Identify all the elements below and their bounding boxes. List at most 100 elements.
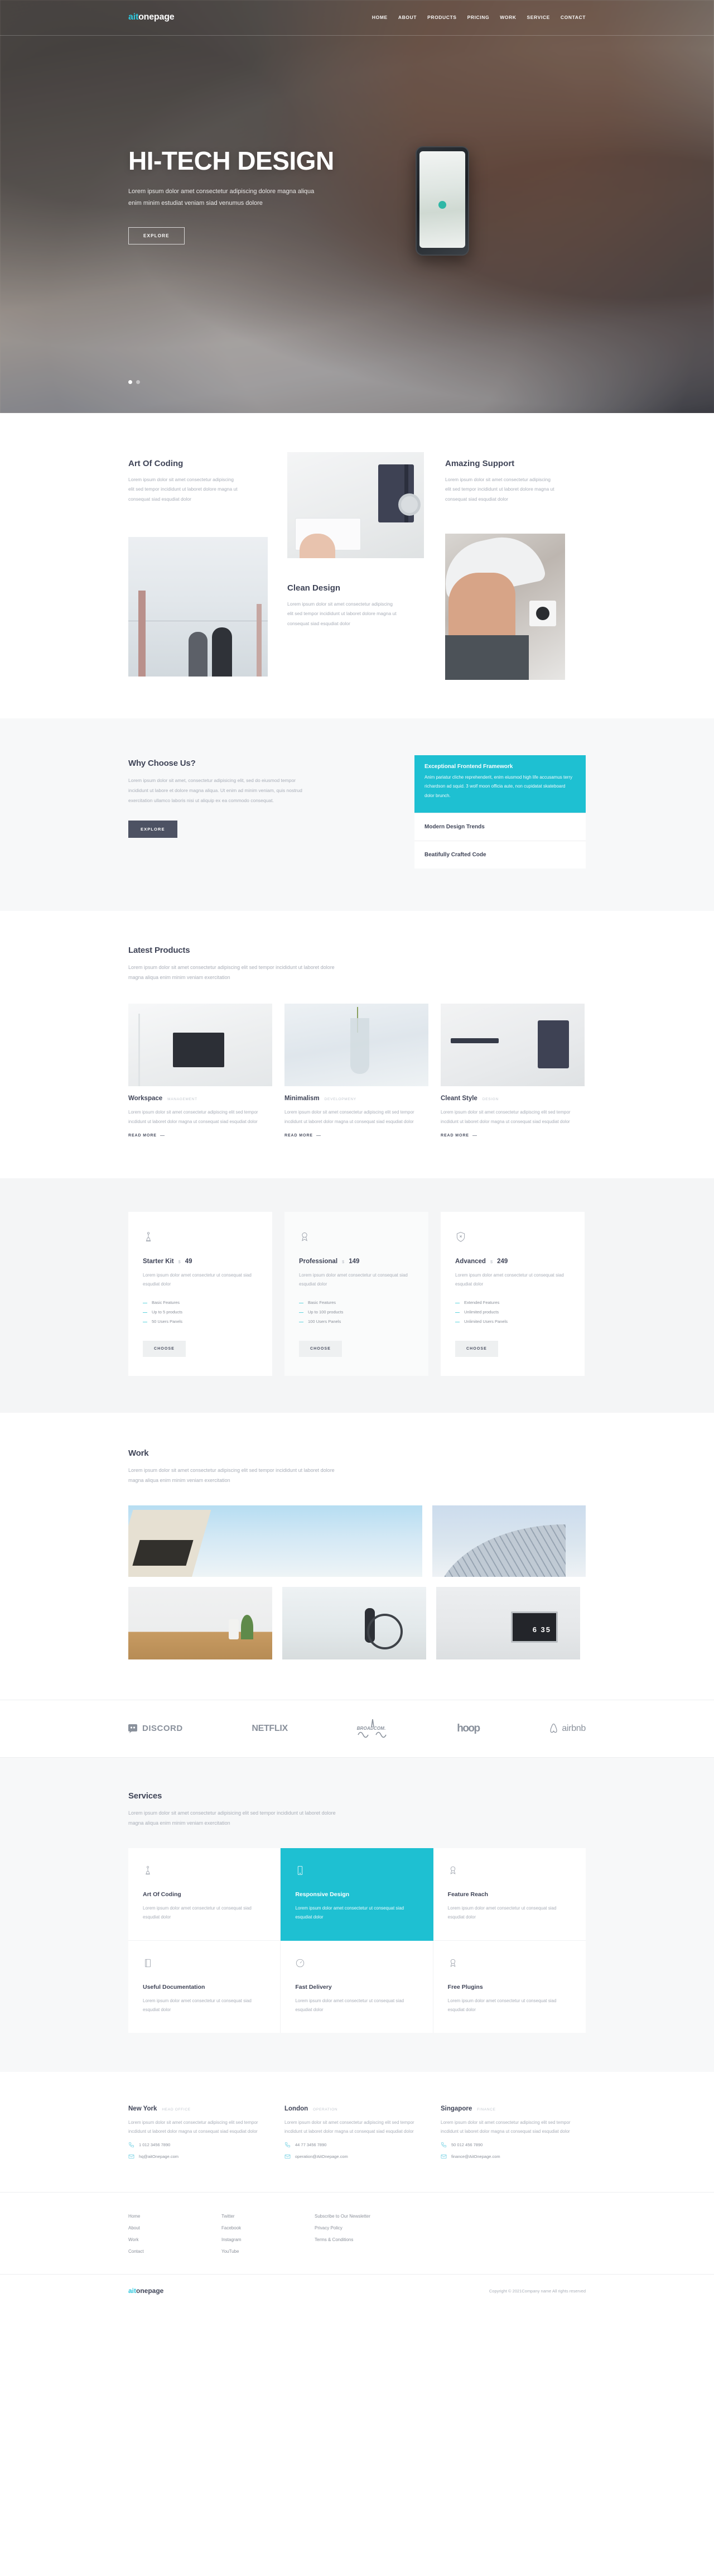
nav-item-pricing[interactable]: PRICING bbox=[467, 15, 490, 20]
footer-column-social: Twitter Facebook Instagram YouTube bbox=[221, 2210, 315, 2257]
hero-explore-button[interactable]: EXPLORE bbox=[128, 227, 185, 244]
footer-link-about[interactable]: About bbox=[128, 2222, 221, 2234]
plan-description: Lorem ipsum dolor amet consectetur ut co… bbox=[299, 1272, 408, 1287]
service-card-responsive-design[interactable]: Responsive Design Lorem ipsum dolor amet… bbox=[281, 1848, 433, 1941]
work-image-laptop-bed[interactable]: 6 35 bbox=[436, 1586, 580, 1659]
plan-amount: 49 bbox=[185, 1258, 192, 1265]
work-image-sky-building[interactable] bbox=[128, 1505, 422, 1577]
bridge-friends-image bbox=[128, 537, 268, 677]
office-description: Lorem ipsum dolor sit amet consectetur a… bbox=[128, 2119, 258, 2134]
main-navigation: HOME ABOUT PRODUCTS PRICING WORK SERVICE… bbox=[372, 15, 586, 20]
feature-clean-design: Clean Design Lorem ipsum dolor sit amet … bbox=[287, 583, 418, 629]
office-role: HEAD OFFICE bbox=[162, 2107, 191, 2112]
plan-feature: Up to 100 products bbox=[299, 1307, 414, 1317]
footer-link-privacy-policy[interactable]: Privacy Policy bbox=[315, 2222, 482, 2234]
accordion-header[interactable]: Beatifully Crafted Code bbox=[414, 841, 586, 869]
plan-currency: $ bbox=[490, 1259, 493, 1264]
service-title: Feature Reach bbox=[447, 1891, 489, 1898]
plan-choose-button[interactable]: CHOOSE bbox=[455, 1340, 498, 1357]
nav-item-service[interactable]: SERVICE bbox=[527, 15, 550, 20]
footer-link-newsletter[interactable]: Subscribe to Our Newsletter bbox=[315, 2210, 482, 2222]
office-phone-row[interactable]: 44 77 3456 7890 bbox=[284, 2142, 428, 2148]
product-read-more-link[interactable]: READ MORE bbox=[128, 1134, 165, 1138]
accordion-panel-design-trends[interactable]: Modern Design Trends bbox=[414, 813, 586, 841]
work-image-bicycle[interactable] bbox=[282, 1586, 426, 1659]
feature-text: Lorem ipsum dolor sit amet consectetur a… bbox=[445, 477, 554, 502]
office-email-row[interactable]: hq@aitOnepage.com bbox=[128, 2153, 272, 2160]
service-text: Lorem ipsum dolor amet consectetur ut co… bbox=[295, 1905, 404, 1920]
plan-feature: Up to 5 products bbox=[143, 1307, 258, 1317]
person-shape-2 bbox=[212, 627, 232, 677]
accordion-header[interactable]: Exceptional Frontend Framework bbox=[414, 755, 586, 773]
footer-link-home[interactable]: Home bbox=[128, 2210, 221, 2222]
work-image-desk-plant[interactable] bbox=[128, 1586, 272, 1659]
accordion-panel-crafted-code[interactable]: Beatifully Crafted Code bbox=[414, 841, 586, 869]
footer-link-youtube[interactable]: YouTube bbox=[221, 2246, 315, 2257]
office-card-london: London OPERATION Lorem ipsum dolor sit a… bbox=[284, 2105, 428, 2160]
product-description: Lorem ipsum dolor sit amet consectetur a… bbox=[128, 1110, 258, 1124]
nav-item-products[interactable]: PRODUCTS bbox=[427, 15, 457, 20]
brand-logo-netflix: NETFLIX bbox=[252, 1723, 288, 1733]
carousel-dot-1[interactable] bbox=[128, 380, 132, 384]
footer-links-section: Home About Work Contact Twitter Facebook… bbox=[0, 2192, 714, 2275]
work-image-dome[interactable] bbox=[432, 1505, 586, 1577]
phone-icon bbox=[284, 2142, 291, 2148]
mobile-icon bbox=[298, 1866, 303, 1875]
footer-link-twitter[interactable]: Twitter bbox=[221, 2210, 315, 2222]
read-more-label: READ MORE bbox=[441, 1133, 469, 1138]
product-card[interactable]: Workspace MANAGEMENT Lorem ipsum dolor s… bbox=[128, 1004, 272, 1139]
feature-title: Art Of Coding bbox=[128, 459, 184, 468]
service-card-fast-delivery[interactable]: Fast Delivery Lorem ipsum dolor amet con… bbox=[281, 1940, 433, 2033]
office-email-row[interactable]: finance@AitOnepage.com bbox=[441, 2153, 585, 2160]
accordion-header[interactable]: Modern Design Trends bbox=[414, 813, 586, 841]
product-read-more-link[interactable]: READ MORE bbox=[441, 1134, 477, 1138]
product-description: Lorem ipsum dolor sit amet consectetur a… bbox=[284, 1110, 414, 1124]
service-card-art-of-coding[interactable]: Art Of Coding Lorem ipsum dolor amet con… bbox=[128, 1848, 281, 1941]
nav-item-contact[interactable]: CONTACT bbox=[561, 15, 586, 20]
service-title: Useful Documentation bbox=[143, 1983, 205, 1990]
service-card-free-plugins[interactable]: Free Plugins Lorem ipsum dolor amet cons… bbox=[433, 1940, 586, 2033]
brand-label: DISCORD bbox=[142, 1724, 183, 1734]
nav-item-work[interactable]: WORK bbox=[500, 15, 516, 20]
office-phone-row[interactable]: 1 012 3456 7890 bbox=[128, 2142, 272, 2148]
accordion-panel-framework[interactable]: Exceptional Frontend Framework Anim pari… bbox=[414, 755, 586, 813]
plan-choose-button[interactable]: CHOOSE bbox=[299, 1340, 342, 1357]
service-text: Lorem ipsum dolor amet consectetur ut co… bbox=[447, 1905, 557, 1920]
envelope-icon bbox=[441, 2155, 447, 2159]
product-read-more-link[interactable]: READ MORE bbox=[284, 1134, 321, 1138]
plan-description: Lorem ipsum dolor amet consectetur ut co… bbox=[143, 1272, 252, 1287]
nav-item-home[interactable]: HOME bbox=[372, 15, 388, 20]
footer-link-terms[interactable]: Terms & Conditions bbox=[315, 2234, 482, 2246]
site-logo[interactable]: aitonepage bbox=[128, 13, 175, 22]
pricing-section: Starter Kit $ 49 Lorem ipsum dolor amet … bbox=[0, 1178, 714, 1413]
plan-amount: 149 bbox=[349, 1258, 360, 1265]
footer-link-facebook[interactable]: Facebook bbox=[221, 2222, 315, 2234]
why-explore-button[interactable]: EXPLORE bbox=[128, 820, 177, 838]
office-phone-row[interactable]: 50 012 456 7890 bbox=[441, 2142, 585, 2148]
product-card[interactable]: Cleant Style DESIGN Lorem ipsum dolor si… bbox=[441, 1004, 585, 1139]
footer-column-pages: Home About Work Contact bbox=[128, 2210, 221, 2257]
office-email-row[interactable]: operation@AitOnepage.com bbox=[284, 2153, 428, 2160]
footer-link-contact[interactable]: Contact bbox=[128, 2246, 221, 2257]
carousel-dot-2[interactable] bbox=[136, 380, 140, 384]
footer-link-work[interactable]: Work bbox=[128, 2234, 221, 2246]
bridge-tower-shape bbox=[138, 591, 146, 677]
product-tag: DESIGN bbox=[482, 1097, 499, 1102]
coffee-mug-shape bbox=[398, 493, 421, 516]
footer-link-instagram[interactable]: Instagram bbox=[221, 2234, 315, 2246]
hero-content: HI-TECH DESIGN Lorem ipsum dolor amet co… bbox=[128, 148, 441, 244]
airbnb-icon bbox=[550, 1724, 557, 1733]
service-card-useful-documentation[interactable]: Useful Documentation Lorem ipsum dolor a… bbox=[128, 1940, 281, 2033]
brand-label: BROADCOM. bbox=[356, 1726, 386, 1731]
plan-choose-button[interactable]: CHOOSE bbox=[143, 1340, 186, 1357]
brand-logo-broadcom: BROADCOM. bbox=[357, 1719, 388, 1738]
plan-feature: Unlimited Users Panels bbox=[455, 1317, 570, 1326]
carousel-dots[interactable] bbox=[128, 380, 140, 384]
site-header: aitonepage HOME ABOUT PRODUCTS PRICING W… bbox=[0, 0, 714, 35]
products-lead: Lorem ipsum dolor sit amet consectetur a… bbox=[128, 965, 335, 981]
footer-logo[interactable]: aitonepage bbox=[128, 2287, 163, 2295]
product-card[interactable]: Minimalism DEVELOPMENY Lorem ipsum dolor… bbox=[284, 1004, 428, 1139]
nav-item-about[interactable]: ABOUT bbox=[398, 15, 417, 20]
speedometer-icon bbox=[296, 1959, 305, 1967]
service-card-feature-reach[interactable]: Feature Reach Lorem ipsum dolor amet con… bbox=[433, 1848, 586, 1941]
